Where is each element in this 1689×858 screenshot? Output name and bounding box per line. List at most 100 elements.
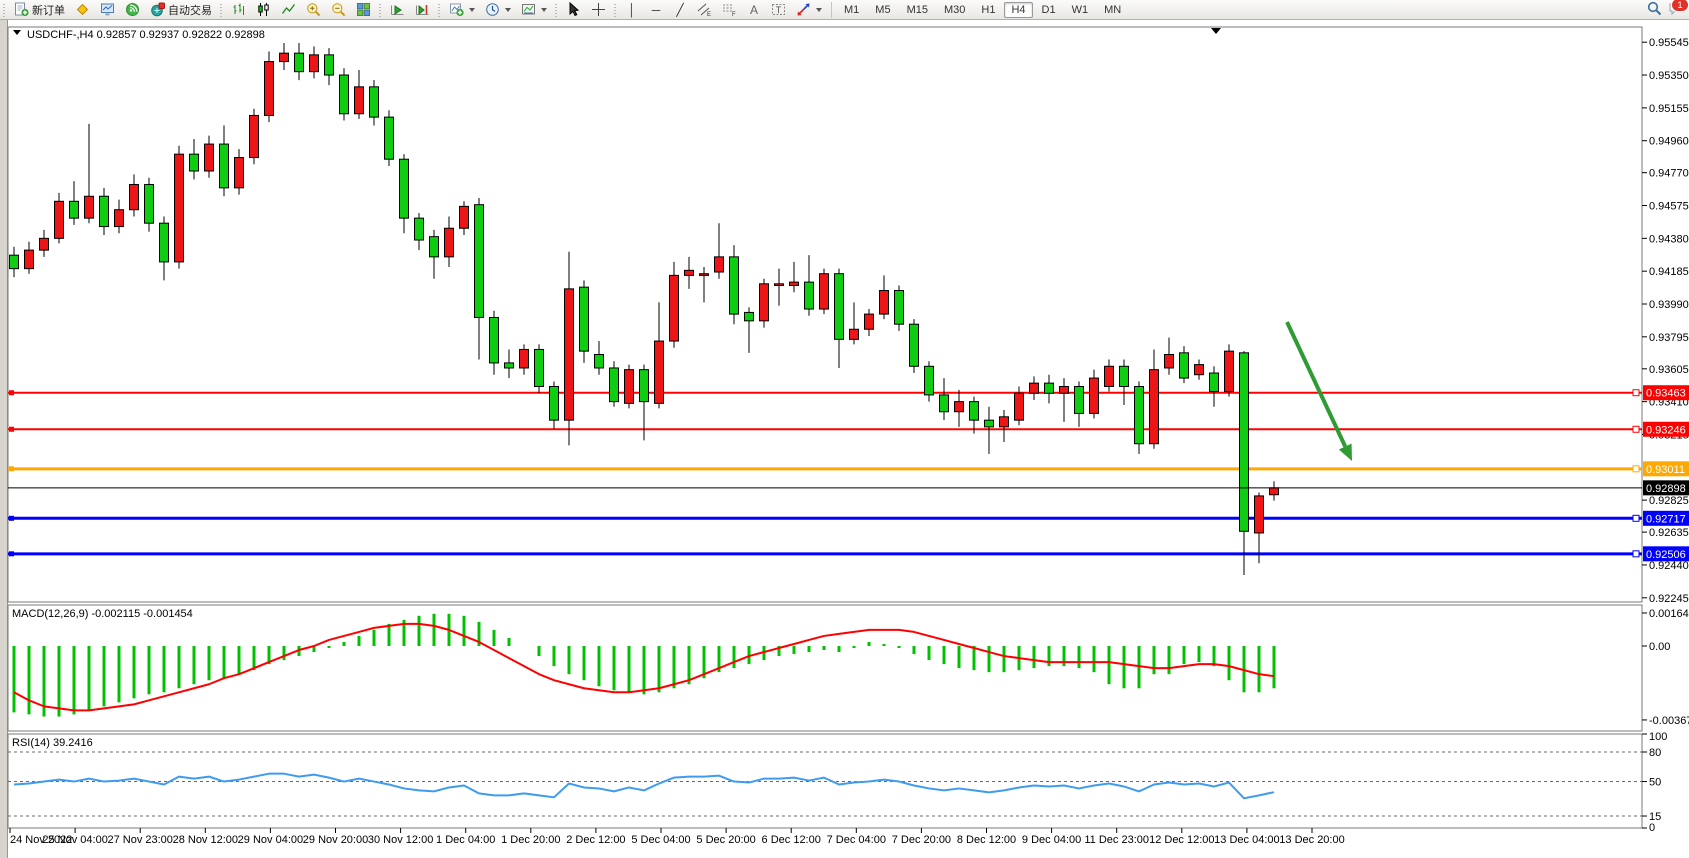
line-anchor-marker[interactable] xyxy=(9,516,14,521)
candle-body xyxy=(205,144,214,171)
new-order-button[interactable]: 新订单 xyxy=(10,0,69,19)
svg-text:5 Dec 20:00: 5 Dec 20:00 xyxy=(696,834,755,846)
candle-body xyxy=(1015,393,1024,420)
crosshair-tool-button[interactable] xyxy=(587,0,610,19)
line-anchor-marker[interactable] xyxy=(9,390,14,395)
cursor-icon xyxy=(566,2,581,17)
time-axis: 24 Nov 202225 Nov 04:0027 Nov 23:0028 No… xyxy=(10,828,1345,846)
zoom-out-icon xyxy=(331,2,346,17)
candle-body xyxy=(850,329,859,339)
toolbar-grip[interactable] xyxy=(437,3,442,17)
candle-body xyxy=(835,274,844,340)
timeframe-d1-button[interactable]: D1 xyxy=(1035,2,1063,18)
timeframe-h1-button[interactable]: H1 xyxy=(974,2,1002,18)
signals-button[interactable] xyxy=(121,0,144,19)
indicators-button[interactable] xyxy=(445,0,479,19)
periods-button[interactable] xyxy=(481,0,515,19)
window-left-edge xyxy=(0,19,7,858)
svg-text:28 Nov 12:00: 28 Nov 12:00 xyxy=(173,834,238,846)
svg-text:0.92440: 0.92440 xyxy=(1649,560,1689,572)
rsi-pane[interactable] xyxy=(8,734,1642,828)
candle-body xyxy=(1045,383,1054,393)
line-anchor-marker[interactable] xyxy=(9,466,14,471)
svg-text:13 Dec 04:00: 13 Dec 04:00 xyxy=(1214,834,1279,846)
candle-body xyxy=(85,196,94,218)
candle-body xyxy=(685,270,694,275)
arrows-dropdown-caret[interactable] xyxy=(816,8,822,12)
candle-body xyxy=(265,62,274,116)
line-anchor-marker[interactable] xyxy=(9,551,14,556)
text-tool-button[interactable]: A xyxy=(743,0,765,19)
svg-text:100: 100 xyxy=(1649,731,1667,743)
svg-text:0.93463: 0.93463 xyxy=(1646,388,1686,400)
arrows-tool-button[interactable] xyxy=(792,0,826,19)
candle-body xyxy=(25,250,34,269)
bar-chart-button[interactable] xyxy=(227,0,250,19)
candle-body xyxy=(880,291,889,315)
chart-shift-button[interactable] xyxy=(411,0,434,19)
toolbar-grip[interactable] xyxy=(378,3,383,17)
timeframe-m5-button[interactable]: M5 xyxy=(868,2,897,18)
candle-body xyxy=(250,115,259,157)
svg-text:0.94770: 0.94770 xyxy=(1649,168,1689,180)
candle-body xyxy=(985,420,994,427)
svg-text:5 Dec 04:00: 5 Dec 04:00 xyxy=(631,834,690,846)
candle-body xyxy=(640,370,649,402)
horizontal-line-tool-button[interactable]: ─ xyxy=(645,0,667,19)
candle-body xyxy=(100,196,109,226)
auto-trading-button[interactable]: 自动交易 xyxy=(146,0,216,19)
svg-text:0: 0 xyxy=(1649,822,1655,834)
timeframe-w1-button[interactable]: W1 xyxy=(1065,2,1096,18)
market-watch-button[interactable] xyxy=(96,0,119,19)
zoom-in-button[interactable] xyxy=(302,0,325,19)
fibonacci-tool-button[interactable]: F xyxy=(718,0,741,19)
toolbar-grip[interactable] xyxy=(2,3,7,17)
candle-body xyxy=(1150,370,1159,444)
candle-body xyxy=(235,158,244,188)
text-label-tool-button[interactable]: T xyxy=(767,0,790,19)
auto-scroll-button[interactable] xyxy=(386,0,409,19)
chart-canvas[interactable]: 0.955450.953500.951550.949600.947700.945… xyxy=(0,0,1689,858)
candle-body xyxy=(1105,366,1114,386)
zoom-in-icon xyxy=(306,2,321,17)
candle-body xyxy=(280,53,289,61)
candle-body xyxy=(55,201,64,238)
zoom-out-button[interactable] xyxy=(327,0,350,19)
chat-button[interactable]: 1 xyxy=(1668,1,1683,16)
candle-body xyxy=(370,87,379,117)
metaeditor-icon xyxy=(75,2,90,17)
templates-button[interactable] xyxy=(517,0,551,19)
candle-body xyxy=(1090,378,1099,413)
main-chart-pane[interactable] xyxy=(8,27,1642,602)
candle-body xyxy=(865,314,874,329)
candle-body xyxy=(505,363,514,368)
timeframe-m15-button[interactable]: M15 xyxy=(900,2,935,18)
templates-dropdown-caret[interactable] xyxy=(541,8,547,12)
candle-body xyxy=(955,402,964,412)
equidistant-channel-tool-button[interactable]: E xyxy=(693,0,716,19)
line-anchor-marker[interactable] xyxy=(9,427,14,432)
candle-body xyxy=(895,291,904,325)
svg-text:0.93246: 0.93246 xyxy=(1646,424,1686,436)
cursor-tool-button[interactable] xyxy=(562,0,585,19)
trendline-tool-button[interactable]: ╱ xyxy=(669,0,691,19)
vertical-line-tool-button[interactable]: │ xyxy=(621,0,643,19)
svg-text:0.94185: 0.94185 xyxy=(1649,266,1689,278)
timeframe-h4-button[interactable]: H4 xyxy=(1004,2,1032,18)
toolbar-grip[interactable] xyxy=(219,3,224,17)
candle-body xyxy=(745,312,754,320)
timeframe-m30-button[interactable]: M30 xyxy=(937,2,972,18)
search-icon[interactable] xyxy=(1647,1,1662,16)
timeframe-mn-button[interactable]: MN xyxy=(1097,2,1128,18)
periods-dropdown-caret[interactable] xyxy=(505,8,511,12)
metaeditor-button[interactable] xyxy=(71,0,94,19)
tile-windows-button[interactable] xyxy=(352,0,375,19)
timeframe-m1-button[interactable]: M1 xyxy=(837,2,866,18)
indicators-dropdown-caret[interactable] xyxy=(469,8,475,12)
toolbar-grip[interactable] xyxy=(613,3,618,17)
svg-text:29 Nov 04:00: 29 Nov 04:00 xyxy=(238,834,303,846)
candlestick-chart-button[interactable] xyxy=(252,0,275,19)
candle-body xyxy=(775,284,784,286)
line-chart-button[interactable] xyxy=(277,0,300,19)
toolbar-grip[interactable] xyxy=(554,3,559,17)
